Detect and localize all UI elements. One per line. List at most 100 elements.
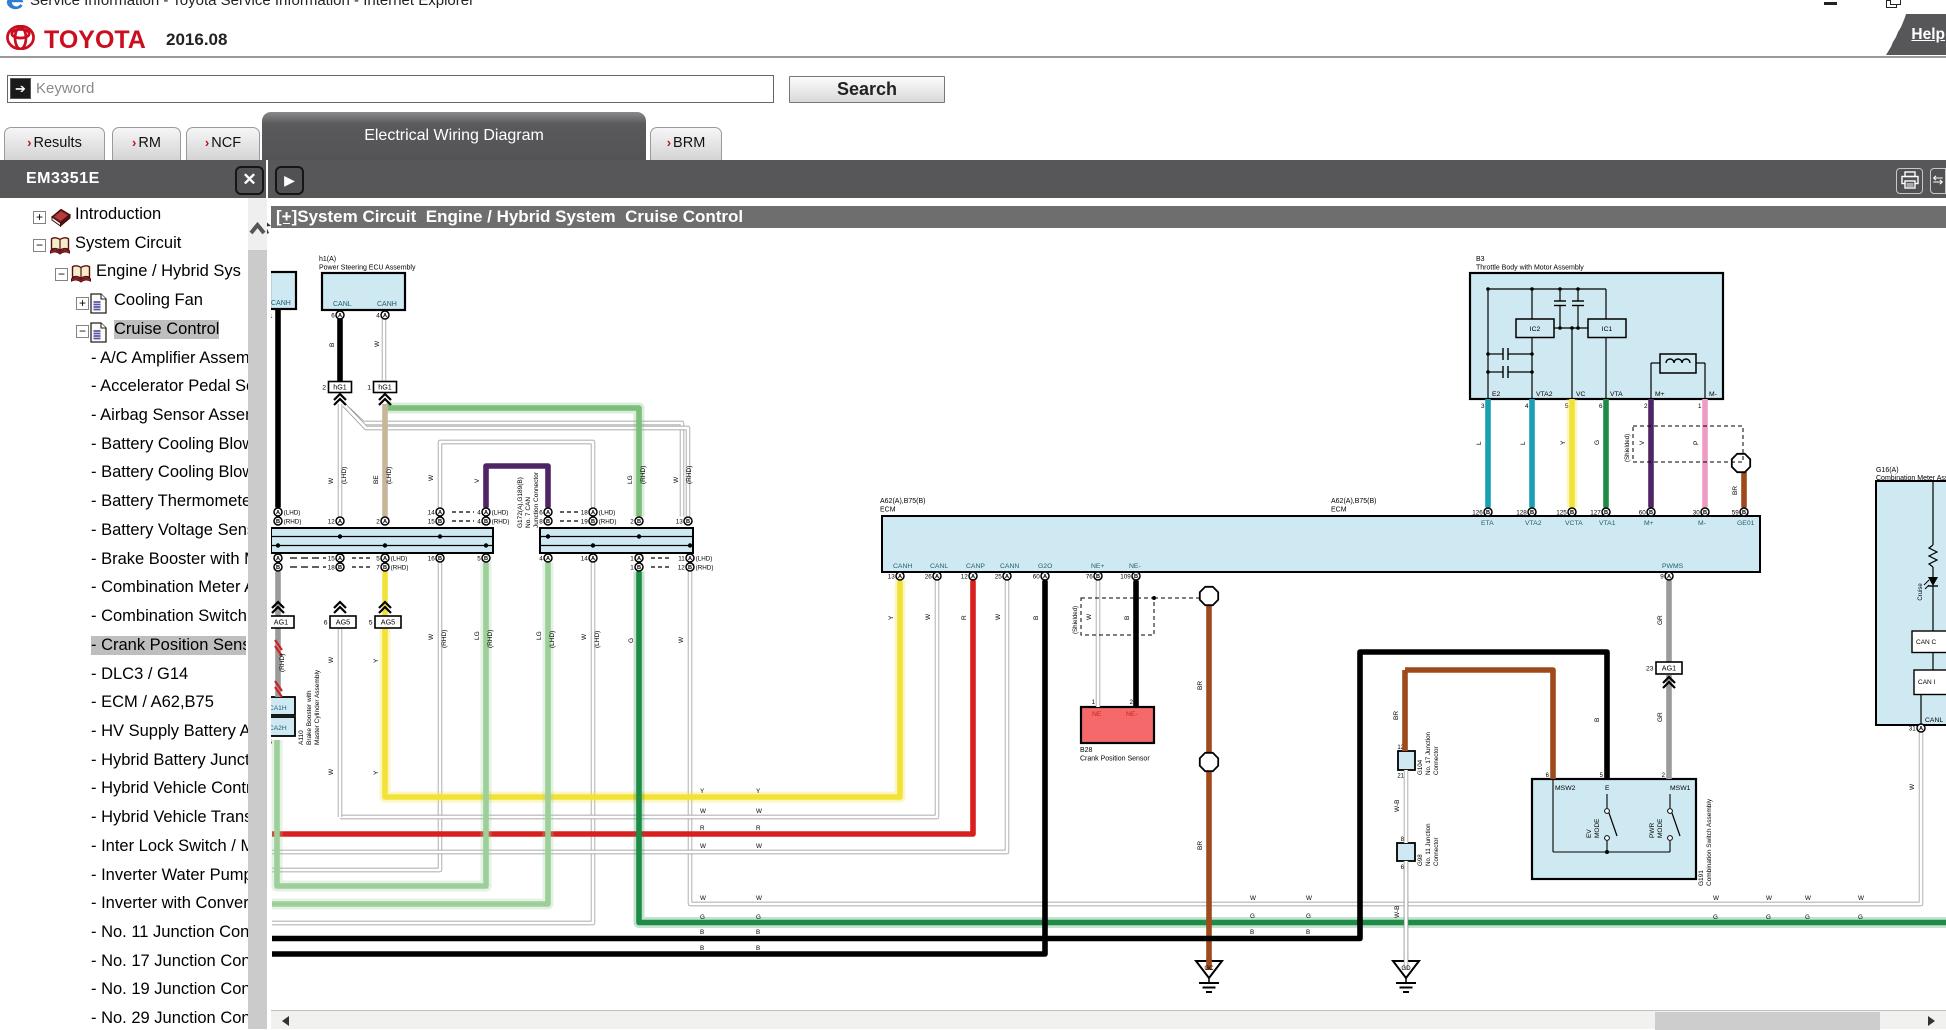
svg-text:W: W xyxy=(1713,895,1719,902)
svg-text:2: 2 xyxy=(322,384,326,391)
svg-text:3: 3 xyxy=(1481,403,1485,410)
svg-text:R: R xyxy=(756,825,761,832)
svg-text:(RHD): (RHD) xyxy=(599,518,617,525)
svg-text:(RHD): (RHD) xyxy=(640,466,647,484)
svg-text:21: 21 xyxy=(1397,774,1404,780)
svg-text:23: 23 xyxy=(1646,665,1654,672)
svg-text:G: G xyxy=(1766,914,1771,921)
svg-text:(RHD): (RHD) xyxy=(487,630,494,648)
svg-text:B: B xyxy=(1134,574,1138,580)
svg-text:12: 12 xyxy=(961,573,969,580)
svg-text:Y: Y xyxy=(373,770,380,775)
svg-text:B: B xyxy=(700,945,704,952)
svg-text:CANH: CANH xyxy=(893,563,912,570)
svg-text:B: B xyxy=(1250,929,1254,936)
svg-text:2: 2 xyxy=(376,518,380,525)
svg-text:B: B xyxy=(756,929,760,936)
svg-text:BR: BR xyxy=(1197,841,1204,850)
svg-text:4: 4 xyxy=(477,509,481,516)
svg-text:B: B xyxy=(1604,510,1608,516)
svg-text:W: W xyxy=(581,633,588,640)
svg-text:LG: LG xyxy=(627,475,634,484)
svg-text:2: 2 xyxy=(630,518,634,525)
svg-text:CANH: CANH xyxy=(377,301,397,308)
svg-text:G: G xyxy=(1805,914,1810,921)
svg-text:125: 125 xyxy=(1556,509,1567,516)
svg-text:No. 7 CAN: No. 7 CAN xyxy=(525,497,532,528)
svg-text:B: B xyxy=(546,519,550,525)
svg-text:109: 109 xyxy=(1120,573,1131,580)
svg-text:G: G xyxy=(700,914,705,921)
svg-text:B: B xyxy=(1306,929,1310,936)
svg-text:CANL: CANL xyxy=(333,301,352,308)
svg-text:CANN: CANN xyxy=(1000,563,1019,570)
svg-text:W: W xyxy=(374,340,381,347)
svg-text:B: B xyxy=(1033,616,1040,620)
svg-text:Combination Switch Assembly: Combination Switch Assembly xyxy=(1706,798,1713,886)
svg-text:60: 60 xyxy=(1033,573,1041,580)
svg-text:GR: GR xyxy=(271,650,273,660)
svg-text:A: A xyxy=(1919,726,1923,732)
svg-text:7: 7 xyxy=(376,564,380,571)
svg-text:BE: BE xyxy=(373,475,380,484)
svg-text:9: 9 xyxy=(1660,573,1664,580)
svg-text:W: W xyxy=(428,474,435,481)
svg-text:G172(A),G189(B): G172(A),G189(B) xyxy=(517,477,524,528)
svg-text:A: A xyxy=(971,574,975,580)
svg-text:B: B xyxy=(329,343,336,347)
svg-text:W: W xyxy=(925,613,932,620)
svg-text:G98: G98 xyxy=(1417,854,1424,866)
svg-text:A: A xyxy=(688,556,692,562)
svg-text:Master Cylinder Assembly: Master Cylinder Assembly xyxy=(314,669,321,745)
svg-text:W: W xyxy=(1766,895,1772,902)
svg-text:AG1: AG1 xyxy=(274,617,288,626)
svg-text:G2O: G2O xyxy=(1038,563,1052,570)
svg-text:VTA1: VTA1 xyxy=(1599,520,1616,527)
svg-text:14: 14 xyxy=(428,509,436,516)
svg-text:13: 13 xyxy=(676,518,684,525)
svg-text:W: W xyxy=(756,895,762,902)
svg-text:No. 17 Junction: No. 17 Junction xyxy=(1425,731,1432,775)
svg-text:L: L xyxy=(1476,441,1483,445)
svg-text:Connector: Connector xyxy=(1433,837,1440,866)
svg-text:A: A xyxy=(1043,574,1047,580)
svg-text:GR: GR xyxy=(1657,712,1664,722)
svg-text:31: 31 xyxy=(1909,725,1917,732)
svg-text:MSW1: MSW1 xyxy=(1670,785,1691,792)
svg-text:P: P xyxy=(1693,441,1700,445)
svg-text:(LHD): (LHD) xyxy=(391,555,408,562)
svg-text:W: W xyxy=(328,477,335,484)
svg-text:A: A xyxy=(383,519,387,525)
svg-text:15: 15 xyxy=(428,518,436,525)
svg-text:VTA: VTA xyxy=(1610,391,1623,398)
svg-text:W: W xyxy=(678,636,685,643)
svg-text:(LHD): (LHD) xyxy=(341,467,348,484)
svg-text:2: 2 xyxy=(1644,403,1648,410)
svg-text:ETA: ETA xyxy=(1481,520,1494,527)
svg-text:IC1: IC1 xyxy=(1602,326,1613,333)
svg-text:W: W xyxy=(756,808,762,815)
svg-text:hG1: hG1 xyxy=(333,382,347,391)
svg-text:A: A xyxy=(276,510,280,516)
svg-text:(RHD): (RHD) xyxy=(279,654,286,672)
svg-text:128: 128 xyxy=(1516,509,1527,516)
svg-text:13: 13 xyxy=(888,573,896,580)
svg-text:AG5: AG5 xyxy=(381,617,395,626)
svg-text:4: 4 xyxy=(376,312,380,319)
svg-text:W-B: W-B xyxy=(1394,905,1401,918)
svg-text:A: A xyxy=(637,556,641,562)
svg-text:CANL: CANL xyxy=(930,563,948,570)
svg-text:B: B xyxy=(276,565,280,571)
svg-text:Brake Booster with: Brake Booster with xyxy=(306,690,313,745)
svg-text:B: B xyxy=(484,519,488,525)
svg-text:(LHD): (LHD) xyxy=(594,631,601,648)
svg-text:W: W xyxy=(700,808,706,815)
svg-text:PWR: PWR xyxy=(1649,823,1656,838)
svg-text:B: B xyxy=(1096,574,1100,580)
svg-text:Y: Y xyxy=(1560,440,1567,445)
svg-text:M+: M+ xyxy=(1655,391,1665,398)
svg-text:(RHD): (RHD) xyxy=(696,564,714,571)
svg-text:A: A xyxy=(276,556,280,562)
svg-text:1: 1 xyxy=(630,564,634,571)
svg-text:hG1: hG1 xyxy=(378,382,392,391)
